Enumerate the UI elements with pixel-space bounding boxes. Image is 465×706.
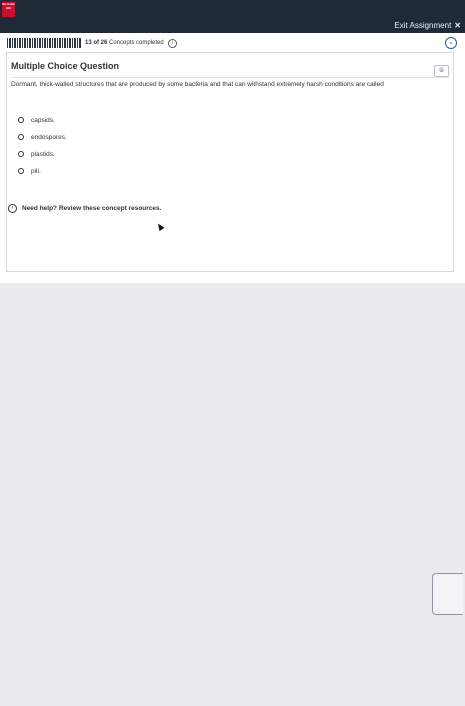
answer-option[interactable]: plastids. (18, 147, 67, 161)
progress-bar (7, 38, 82, 48)
question-text: Dormant, thick-walled structures that ar… (11, 81, 384, 88)
option-label: endospores. (31, 133, 67, 141)
option-label: pili. (31, 167, 41, 175)
answer-options: capsids. endospores. plastids. pili. (18, 113, 67, 181)
exit-assignment-button[interactable]: Exit Assignment ✕ (394, 20, 461, 31)
divider (11, 77, 449, 78)
need-help-label: Need help? Review these concept resource… (22, 205, 162, 212)
close-icon: ✕ (454, 21, 461, 30)
progress-count: 13 of 26 (85, 40, 108, 46)
progress-label: Concepts completed (109, 40, 164, 46)
radio-button[interactable] (18, 151, 24, 157)
option-label: plastids. (31, 150, 55, 158)
option-label: capsids. (31, 116, 55, 124)
info-icon[interactable]: i (167, 38, 177, 48)
chevron-down-icon[interactable]: ⌄ (445, 37, 457, 49)
need-help-link[interactable]: › Need help? Review these concept resour… (8, 204, 161, 213)
progress-text: 13 of 26 Concepts completed (85, 40, 164, 46)
question-type-title: Multiple Choice Question (11, 61, 120, 71)
progress-row: 13 of 26 Concepts completed i ⌄ (7, 36, 457, 50)
answer-option[interactable]: endospores. (18, 130, 67, 144)
reader-icon[interactable]: ⦾ (434, 65, 449, 77)
answer-option[interactable]: capsids. (18, 113, 67, 127)
exit-assignment-label: Exit Assignment (394, 21, 452, 30)
radio-button[interactable] (18, 168, 24, 174)
top-bar: Mc Graw Hill Exit Assignment ✕ (0, 0, 465, 33)
answer-option[interactable]: pili. (18, 164, 67, 178)
mcgraw-hill-logo: Mc Graw Hill (2, 2, 15, 17)
page-background (0, 283, 465, 706)
radio-button[interactable] (18, 117, 24, 123)
question-card: Multiple Choice Question ⦾ Dormant, thic… (6, 52, 454, 272)
radio-button[interactable] (18, 134, 24, 140)
side-panel-tab[interactable] (432, 573, 463, 615)
chevron-icon: › (8, 204, 17, 213)
